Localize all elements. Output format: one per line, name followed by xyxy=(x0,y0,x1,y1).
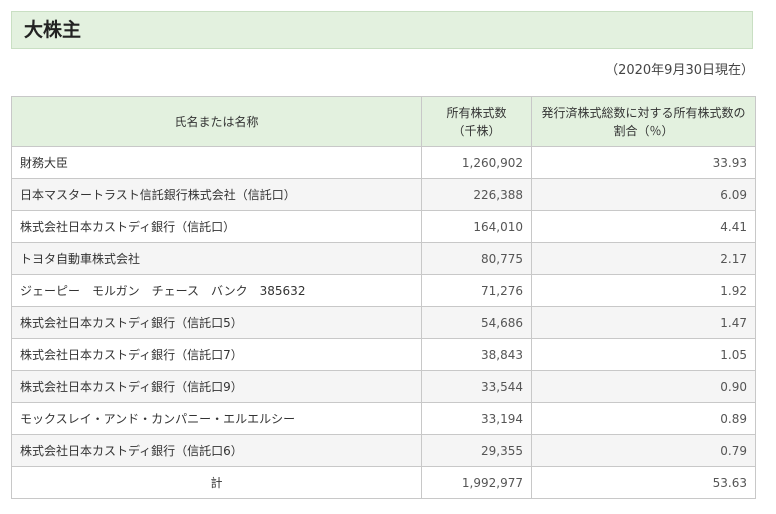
table-row: 財務大臣 1,260,902 33.93 xyxy=(11,146,756,179)
shareholder-name: 財務大臣 xyxy=(11,146,422,179)
shares-held: 226,388 xyxy=(421,178,532,211)
page-title: 大株主 xyxy=(24,19,82,41)
shareholder-name: 株式会社日本カストディ銀行（信託口） xyxy=(11,210,422,243)
as-of-date: （2020年9月30日現在） xyxy=(605,63,754,78)
ownership-ratio: 1.92 xyxy=(531,274,756,307)
total-label: 計 xyxy=(11,466,422,499)
shares-held: 33,544 xyxy=(421,370,532,403)
header-ratio-unit: 割合（％） xyxy=(613,123,674,138)
ownership-ratio: 4.41 xyxy=(531,210,756,243)
shares-held: 80,775 xyxy=(421,242,532,275)
shareholder-name: 日本マスタートラスト信託銀行株式会社（信託口） xyxy=(11,178,422,211)
table-row: トヨタ自動車株式会社 80,775 2.17 xyxy=(11,242,756,275)
shares-held: 1,260,902 xyxy=(421,146,532,179)
table-row: モックスレイ・アンド・カンパニー・エルエルシー 33,194 0.89 xyxy=(11,402,756,435)
header-name: 氏名または名称 xyxy=(11,96,422,147)
shareholder-name: ジェーピー モルガン チェース バンク 385632 xyxy=(11,274,422,307)
shareholder-name: トヨタ自動車株式会社 xyxy=(11,242,422,275)
shares-held: 33,194 xyxy=(421,402,532,435)
table-header-row: 氏名または名称 所有株式数 （千株） 発行済株式総数に対する所有株式数の 割合（… xyxy=(11,96,756,147)
ownership-ratio: 2.17 xyxy=(531,242,756,275)
ownership-ratio: 1.05 xyxy=(531,338,756,371)
header-ratio-label: 発行済株式総数に対する所有株式数の xyxy=(541,105,746,120)
table-row: 株式会社日本カストディ銀行（信託口9） 33,544 0.90 xyxy=(11,370,756,403)
ownership-ratio: 6.09 xyxy=(531,178,756,211)
shareholder-name: 株式会社日本カストディ銀行（信託口7） xyxy=(11,338,422,371)
shareholder-name: 株式会社日本カストディ銀行（信託口9） xyxy=(11,370,422,403)
total-shares: 1,992,977 xyxy=(421,466,532,499)
ownership-ratio: 33.93 xyxy=(531,146,756,179)
ownership-ratio: 0.79 xyxy=(531,434,756,467)
total-ratio: 53.63 xyxy=(531,466,756,499)
shares-held: 38,843 xyxy=(421,338,532,371)
header-shares-unit: （千株） xyxy=(452,123,501,138)
table-row: 日本マスタートラスト信託銀行株式会社（信託口） 226,388 6.09 xyxy=(11,178,756,211)
ownership-ratio: 0.89 xyxy=(531,402,756,435)
ownership-ratio: 1.47 xyxy=(531,306,756,339)
header-name-label: 氏名または名称 xyxy=(174,114,259,129)
shareholder-name: 株式会社日本カストディ銀行（信託口6） xyxy=(11,434,422,467)
shares-held: 164,010 xyxy=(421,210,532,243)
shareholder-name: 株式会社日本カストディ銀行（信託口5） xyxy=(11,306,422,339)
table-row: ジェーピー モルガン チェース バンク 385632 71,276 1.92 xyxy=(11,274,756,307)
table-row: 株式会社日本カストディ銀行（信託口6） 29,355 0.79 xyxy=(11,434,756,467)
header-shares: 所有株式数 （千株） xyxy=(421,96,532,147)
ownership-ratio: 0.90 xyxy=(531,370,756,403)
shares-held: 29,355 xyxy=(421,434,532,467)
table-row: 株式会社日本カストディ銀行（信託口5） 54,686 1.47 xyxy=(11,306,756,339)
header-shares-label: 所有株式数 xyxy=(446,105,507,120)
section-header: 大株主 xyxy=(11,11,753,49)
shareholder-name: モックスレイ・アンド・カンパニー・エルエルシー xyxy=(11,402,422,435)
major-shareholders-table: 氏名または名称 所有株式数 （千株） 発行済株式総数に対する所有株式数の 割合（… xyxy=(11,96,756,499)
table-row: 株式会社日本カストディ銀行（信託口） 164,010 4.41 xyxy=(11,210,756,243)
table-row: 株式会社日本カストディ銀行（信託口7） 38,843 1.05 xyxy=(11,338,756,371)
header-ratio: 発行済株式総数に対する所有株式数の 割合（％） xyxy=(531,96,756,147)
shares-held: 54,686 xyxy=(421,306,532,339)
shares-held: 71,276 xyxy=(421,274,532,307)
total-row: 計 1,992,977 53.63 xyxy=(11,466,756,499)
